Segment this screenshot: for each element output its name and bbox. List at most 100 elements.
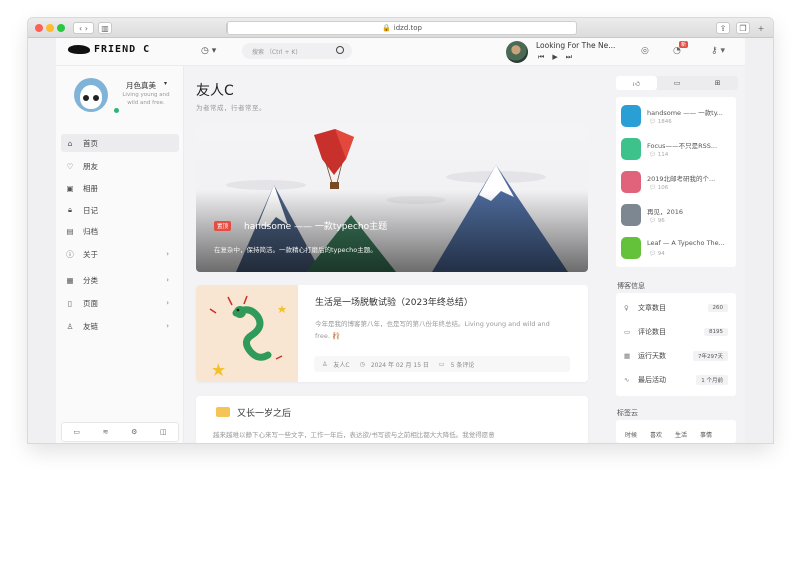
hot-post-title[interactable]: Focus——不只是RSS...	[647, 140, 733, 150]
page-icon: ▯	[67, 298, 73, 308]
clock-icon: ◷	[359, 360, 365, 368]
post-card[interactable]: 生活是一场脱敏试验（2023年终总结） 今年是我的博客第八年，也是写的第八份年终…	[196, 285, 588, 382]
nav-home[interactable]: ⌂ 首页	[61, 134, 179, 152]
maximize-window-icon[interactable]	[57, 24, 65, 32]
nav-friends[interactable]: ♡ 朋友	[61, 157, 179, 175]
stat-label: 运行天数	[638, 352, 666, 360]
url-text: idzd.top	[393, 24, 422, 32]
hot-post-title[interactable]: Leaf — A Typecho The...	[647, 239, 733, 247]
chevron-down-icon[interactable]: ▾	[164, 80, 167, 87]
key-menu-icon[interactable]: ⚷ ▾	[711, 46, 725, 56]
nav-archive[interactable]: ▤ 归档	[61, 222, 179, 240]
address-bar[interactable]: 🔒 idzd.top	[227, 21, 577, 35]
stat-row: ▦ 运行天数 7年297天	[624, 348, 730, 364]
hot-post-item[interactable]: Focus——不只是RSS... 💬︎ 114	[621, 136, 733, 164]
share-icon[interactable]: ⇪	[716, 22, 730, 34]
stat-label: 最后活动	[638, 376, 666, 384]
comment-icon[interactable]: ▭	[657, 76, 698, 90]
tag-item[interactable]: 生活	[675, 430, 687, 439]
hero-post-title[interactable]: handsome —— 一款typecho主题	[244, 219, 387, 232]
user-motto: Living young and wild and free.	[122, 92, 170, 106]
post-excerpt: 今年是我的博客第八年，也是写的第八份年终总结。Living young and …	[315, 320, 550, 341]
hot-post-item[interactable]: 2019北邮考研我的个... 💬︎ 106	[621, 169, 733, 197]
page-title: 友人C	[196, 83, 234, 99]
stat-row: ♀ 文章数目 260	[624, 300, 730, 316]
github-icon[interactable]: ◫	[160, 428, 167, 436]
new-tab-icon[interactable]: +	[755, 22, 767, 34]
post-card[interactable]: 又长一岁之后 越来越难以静下心来写一些文字，工作一年后，表达欲/书写欲与之前相比…	[196, 396, 588, 443]
prev-track-icon[interactable]: ⏮	[538, 53, 552, 61]
nav-album[interactable]: ▣ 相册	[61, 179, 179, 197]
back-forward-icon[interactable]: ‹ ›	[73, 22, 94, 34]
nav-links[interactable]: ♙ 友链 ›	[61, 317, 179, 335]
post-title[interactable]: 生活是一场脱敏试验（2023年终总结）	[315, 295, 473, 308]
count-value: 96	[657, 218, 665, 224]
music-controls[interactable]: ⏮▶⏭	[538, 53, 580, 62]
stat-value: 260	[707, 304, 728, 312]
nav-diary[interactable]: 🔒︎ 日记	[61, 201, 179, 219]
gear-icon[interactable]: ⚙	[131, 428, 137, 436]
home-icon: ⌂	[67, 138, 73, 148]
chevron-right-icon: ›	[166, 250, 169, 258]
hot-post-title[interactable]: handsome —— 一款ty...	[647, 107, 733, 117]
next-track-icon[interactable]: ⏭	[566, 53, 580, 61]
nav-label: 朋友	[83, 161, 98, 171]
hot-post-item[interactable]: Leaf — A Typecho The... 💬︎ 94	[621, 235, 733, 263]
chevron-right-icon: ›	[166, 276, 169, 284]
rss-icon[interactable]: ≋	[103, 428, 109, 436]
heart-icon: ♡	[66, 161, 74, 171]
tabs-icon[interactable]: ❐	[736, 22, 750, 34]
nav-categories[interactable]: ▦ 分类 ›	[61, 271, 179, 289]
tag-item[interactable]: 事情	[700, 430, 712, 439]
post-comments[interactable]: 5 条评论	[451, 360, 475, 369]
cake-icon	[216, 407, 230, 417]
hero-post-card[interactable]: 置顶 handsome —— 一款typecho主题 在复杂中，保持简洁。一款精…	[196, 125, 588, 272]
post-thumbnail	[621, 204, 641, 226]
music-cover[interactable]	[506, 41, 528, 63]
music-title: Looking For The Ne...	[536, 41, 616, 50]
stat-value: 1 个月前	[696, 375, 728, 385]
chevron-right-icon: ›	[166, 322, 169, 330]
nav-label: 友链	[83, 321, 98, 331]
theme-toggle-button[interactable]: ◷ ▾	[201, 46, 216, 56]
gift-icon[interactable]: ⊞	[697, 76, 738, 90]
tag-item[interactable]: 喜欢	[650, 430, 662, 439]
user-avatar[interactable]	[74, 78, 108, 112]
pinned-tag: 置顶	[214, 221, 232, 231]
play-icon[interactable]: ▶	[552, 53, 565, 61]
thumbs-up-icon[interactable]: 👍︎	[616, 76, 657, 90]
dragon-illustration	[209, 295, 286, 376]
hot-post-title[interactable]: 2019北邮考研我的个...	[647, 173, 733, 183]
chat-icon[interactable]: ▭	[73, 428, 80, 436]
post-thumbnail	[621, 171, 641, 193]
username[interactable]: 月色真美	[126, 80, 156, 91]
hot-post-item[interactable]: 再见，2016 💬︎ 96	[621, 202, 733, 230]
nav-pages[interactable]: ▯ 页面 ›	[61, 294, 179, 312]
post-thumbnail	[621, 105, 641, 127]
hot-post-title[interactable]: 再见，2016	[647, 206, 733, 216]
sidebar-toggle-icon[interactable]: ▥	[98, 22, 112, 34]
nav-label: 首页	[83, 138, 98, 148]
browser-window: ‹ › ▥ ◐ 🔒 idzd.top ⇪ ❐ + FRIEND C ◷ ▾ 搜索…	[28, 18, 773, 443]
stats-heading: 博客信息	[617, 282, 645, 290]
minimize-window-icon[interactable]	[46, 24, 54, 32]
post-title[interactable]: 又长一岁之后	[237, 406, 291, 419]
search-icon[interactable]	[336, 46, 344, 54]
hot-post-count: 💬︎ 1846	[649, 119, 672, 125]
close-window-icon[interactable]	[35, 24, 43, 32]
hot-post-item[interactable]: handsome —— 一款ty... 💬︎ 1846	[621, 103, 733, 131]
site-logo[interactable]: FRIEND C	[68, 44, 150, 55]
calendar-icon: ▦	[624, 352, 631, 360]
search-input[interactable]: 搜索 （Ctrl + K)	[242, 43, 352, 59]
logo-text: FRIEND C	[94, 44, 151, 55]
message-badge: 新	[679, 41, 689, 48]
nav-about[interactable]: ⓘ 关于 ›	[61, 245, 179, 263]
target-icon[interactable]: ◎	[641, 46, 649, 56]
online-status-dot	[114, 108, 119, 113]
hot-post-count: 💬︎ 96	[649, 218, 665, 224]
post-thumbnail[interactable]	[196, 285, 298, 382]
nav-label: 页面	[83, 298, 98, 308]
tag-item[interactable]: 时候	[625, 430, 637, 439]
hot-post-count: 💬︎ 114	[649, 152, 669, 158]
post-author[interactable]: 友人C	[333, 360, 349, 369]
